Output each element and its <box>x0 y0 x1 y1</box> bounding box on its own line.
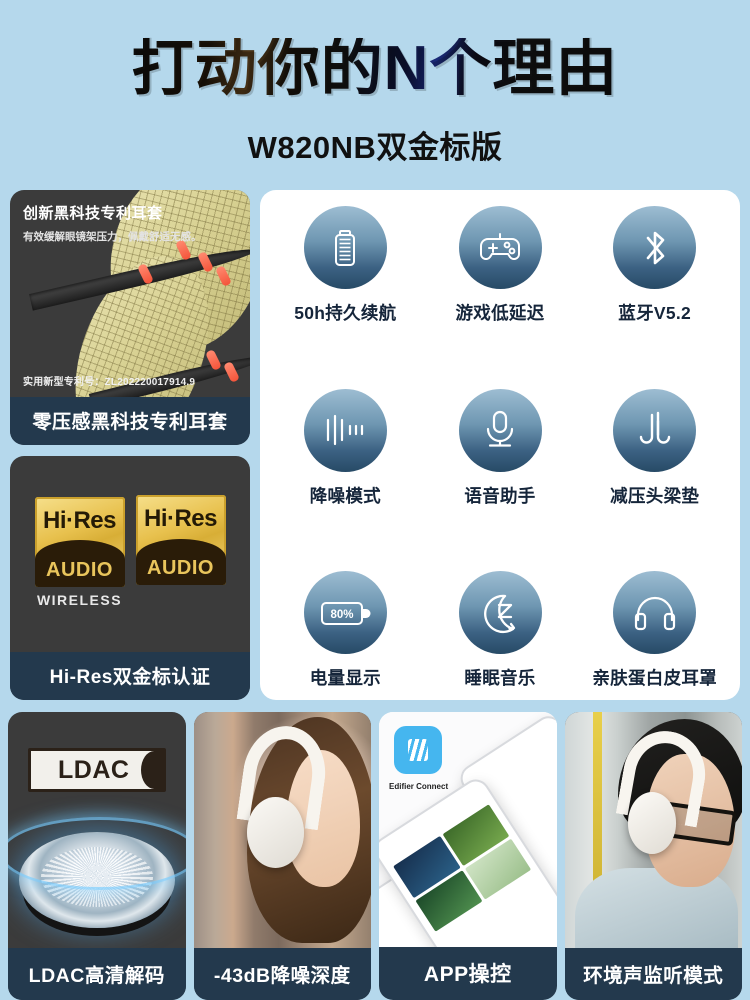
battery-icon <box>303 206 387 289</box>
ldac-logo-text: LDAC <box>58 755 130 784</box>
app-phones-photo: Edifier Connect <box>379 712 557 947</box>
feature-headband-cushion: 减压头梁垫 <box>577 388 732 508</box>
feature-sleep-music: 睡眠音乐 <box>423 571 578 690</box>
feature-bluetooth: 蓝牙V5.2 <box>577 206 732 325</box>
feature-row-3: 80% 电量显示 睡眠音乐 亲肤蛋白皮耳罩 <box>268 571 732 690</box>
bottom-card-label: 环境声监听模式 <box>564 948 742 1000</box>
waveform-icon <box>303 388 387 472</box>
battery-percent-icon: 80% <box>303 571 387 654</box>
headphones-icon <box>613 571 697 654</box>
feature-battery-life: 50h持久续航 <box>268 206 423 325</box>
feature-battery-display: 80% 电量显示 <box>268 571 423 690</box>
hires-badge-left-top: Hi·Res <box>42 506 117 534</box>
edifier-connect-app-icon <box>394 726 442 774</box>
anc-media <box>193 712 371 948</box>
hires-badge-wired: Hi·Res AUDIO <box>135 495 226 585</box>
page-title: 打动你的N个理由 <box>131 34 619 103</box>
app-media: Edifier Connect <box>379 712 557 947</box>
microphone-icon <box>458 388 542 472</box>
ambient-media <box>564 712 742 948</box>
feature-row-1: 50h持久续航 游戏低延迟 蓝牙V5.2 <box>268 206 732 325</box>
feature-label: 语音助手 <box>464 485 536 506</box>
hires-card: Hi·Res AUDIO WIRELESS Hi·Res AUDIO Hi-Re… <box>10 456 250 700</box>
mid-section: 创新黑科技专利耳套 有效缓解眼镜架压力，佩戴舒适无感。 实用新型专利号：ZL20… <box>0 190 750 700</box>
feature-protein-leather-earcups: 亲肤蛋白皮耳罩 <box>577 571 732 690</box>
patent-card-title: 创新黑科技专利耳套 <box>23 205 163 222</box>
product-infographic: 打动你的N个理由 W820NB双金标版 创新黑科技专利耳套 有效缓解眼镜架压力，… <box>0 0 750 1000</box>
hires-badge-wireless: Hi·Res AUDIO WIRELESS <box>34 496 125 608</box>
bottom-card-ambient: 环境声监听模式 <box>564 712 742 1000</box>
bottom-card-label: LDAC高清解码 <box>8 948 186 1000</box>
feature-label: 降噪模式 <box>309 485 381 506</box>
bottom-card-label: -43dB降噪深度 <box>193 948 371 1000</box>
gamepad-icon <box>458 206 542 289</box>
hires-badge-left-bottom: AUDIO <box>46 558 113 581</box>
bottom-card-ldac: LDAC LDAC高清解码 <box>8 712 186 1000</box>
patent-card: 创新黑科技专利耳套 有效缓解眼镜架压力，佩戴舒适无感。 实用新型专利号：ZL20… <box>10 190 250 445</box>
headband-cushion-icon <box>613 388 697 472</box>
man-wearing-headphones-photo <box>564 712 742 948</box>
hires-audio-badge-icon: Hi·Res AUDIO <box>34 496 125 587</box>
bottom-card-app: Edifier Connect APP操控 <box>379 712 557 1000</box>
patent-card-description: 有效缓解眼镜架压力，佩戴舒适无感。 <box>23 231 202 243</box>
left-column: 创新黑科技专利耳套 有效缓解眼镜架压力，佩戴舒适无感。 实用新型专利号：ZL20… <box>10 190 250 700</box>
feature-label: 睡眠音乐 <box>464 668 536 688</box>
bluetooth-icon <box>613 206 697 289</box>
hires-card-label: Hi-Res双金标认证 <box>10 652 250 700</box>
patent-card-label: 零压感黑科技专利耳套 <box>10 397 250 445</box>
feature-row-2: 降噪模式 语音助手 减压头梁垫 <box>268 388 732 508</box>
feature-label: 蓝牙V5.2 <box>618 303 692 323</box>
page-subtitle: W820NB双金标版 <box>247 130 503 165</box>
hires-badge-right-top: Hi·Res <box>143 505 218 533</box>
app-name-label: Edifier Connect <box>389 782 449 791</box>
moon-sleep-icon <box>458 571 542 654</box>
feature-label: 电量显示 <box>309 668 381 688</box>
feature-label: 减压头梁垫 <box>610 485 700 506</box>
feature-grid: 50h持久续航 游戏低延迟 蓝牙V5.2 降噪模式 语音助手 减压头梁垫 80%… <box>260 190 740 700</box>
bottom-card-anc: -43dB降噪深度 <box>193 712 371 1000</box>
feature-label: 游戏低延迟 <box>455 303 545 323</box>
hires-wireless-caption: WIRELESS <box>36 591 123 608</box>
patent-card-media: 创新黑科技专利耳套 有效缓解眼镜架压力，佩戴舒适无感。 实用新型专利号：ZL20… <box>10 190 250 397</box>
ldac-logo-icon: LDAC <box>27 748 166 792</box>
feature-label: 50h持久续航 <box>294 303 397 323</box>
bottom-card-label: APP操控 <box>379 947 557 1000</box>
hires-card-media: Hi·Res AUDIO WIRELESS Hi·Res AUDIO <box>10 456 250 652</box>
feature-voice-assistant: 语音助手 <box>423 388 578 508</box>
bottom-row: LDAC LDAC高清解码 -43dB降噪深度 Edifier Connect … <box>0 712 750 1000</box>
hires-badge-right-bottom: AUDIO <box>147 557 214 579</box>
header: 打动你的N个理由 W820NB双金标版 <box>0 0 750 167</box>
feature-noise-cancel-mode: 降噪模式 <box>268 388 423 508</box>
battery-percent-value: 80% <box>331 609 354 621</box>
patent-number: 实用新型专利号：ZL202220017914.9 <box>23 377 196 388</box>
feature-low-latency-gaming: 游戏低延迟 <box>423 206 578 325</box>
woman-wearing-headphones-photo <box>193 712 371 948</box>
speaker-driver-illustration <box>8 816 186 928</box>
hires-audio-badge-icon-2: Hi·Res AUDIO <box>135 495 226 585</box>
ldac-media: LDAC <box>8 712 186 948</box>
feature-label: 亲肤蛋白皮耳罩 <box>592 668 717 688</box>
